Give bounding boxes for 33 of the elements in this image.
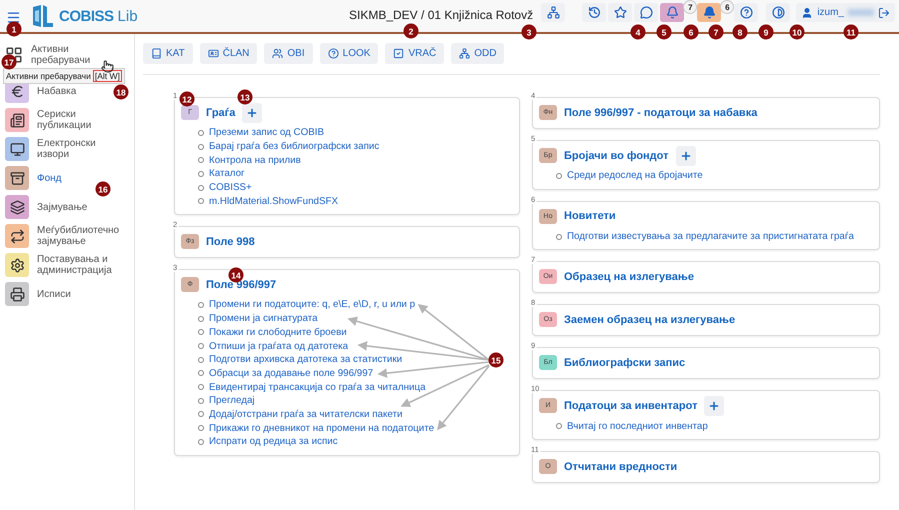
- card-title: Бројачи во фондот: [564, 150, 668, 162]
- card-title: Библиографски запис: [564, 356, 686, 369]
- callout-number: 15: [488, 352, 504, 368]
- logo-suffix: Lib: [118, 8, 138, 24]
- callout-number: 2: [404, 24, 418, 38]
- card-title: Податоци за инвентарот: [564, 400, 698, 412]
- callout-number: 10: [790, 24, 804, 40]
- callout-number: 12: [180, 92, 194, 106]
- card-title: Новитети: [564, 210, 616, 222]
- callout-number: 8: [732, 24, 748, 40]
- callout-number: 9: [758, 24, 774, 40]
- callout-number: 16: [96, 182, 110, 196]
- shortcut-hint: [Alt W]: [92, 70, 122, 82]
- card-title: Образец на излегување: [564, 270, 694, 283]
- callout-number: 11: [844, 24, 858, 40]
- window-title: SIKMB_DEV / 01 Knjižnica Rotovž: [349, 8, 534, 22]
- notification-badge: 6: [720, 0, 734, 14]
- callout-number: 6: [684, 24, 698, 40]
- card-title: Поле 996/997 - податоци за набавка: [564, 106, 758, 118]
- logo-text: COBISS: [59, 8, 114, 24]
- callout-number: 17: [2, 54, 16, 70]
- notification-badge: 7: [683, 0, 698, 14]
- callout-number: 5: [656, 24, 672, 40]
- tooltip-text: Активни пребарувачи: [6, 71, 91, 81]
- card-title: Заемен образец на излегување: [564, 314, 736, 326]
- card-title: Поле 998: [206, 236, 255, 248]
- callout-number: 4: [630, 24, 646, 40]
- callout-number: 3: [522, 24, 536, 40]
- card-title: Отчитани вредности: [564, 460, 678, 473]
- callout-number: 13: [238, 90, 252, 104]
- callout-number: 7: [708, 24, 724, 40]
- card-title: Граѓа: [206, 106, 236, 118]
- callout-number: 18: [114, 84, 128, 100]
